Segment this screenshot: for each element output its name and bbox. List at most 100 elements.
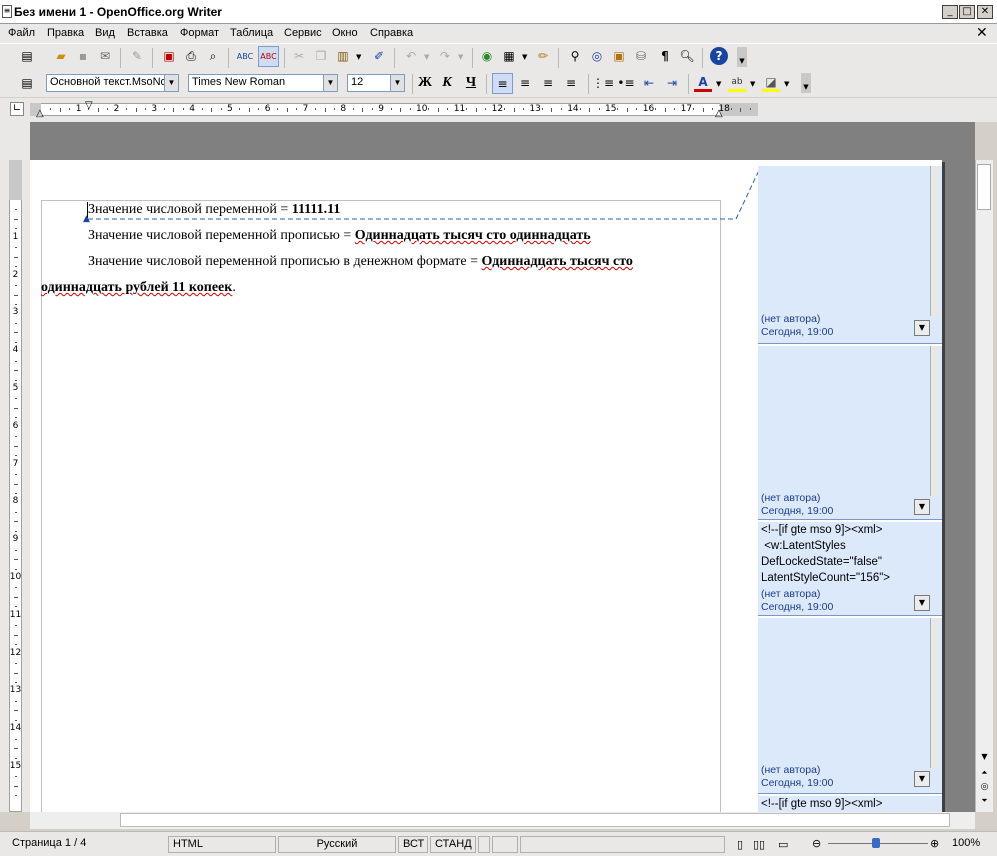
align-right-button[interactable]: ≡: [539, 74, 557, 92]
undo-icon[interactable]: ↶: [402, 47, 420, 65]
copy-icon[interactable]: ❐: [312, 47, 330, 65]
next-page-icon[interactable]: ⏷: [977, 794, 992, 808]
export-pdf-icon[interactable]: ▣: [160, 47, 178, 65]
styles-formatting-icon[interactable]: ▤: [18, 74, 36, 92]
save-icon[interactable]: ▪: [74, 47, 92, 65]
data-sources-icon[interactable]: ⛁: [632, 47, 650, 65]
font-size-select[interactable]: 12 ▼: [347, 74, 405, 92]
font-color-dropdown-icon[interactable]: ▼: [716, 80, 721, 88]
toolbar-options-icon[interactable]: ▼: [737, 47, 747, 67]
menu-window[interactable]: Окно: [332, 27, 358, 39]
paragraph-3[interactable]: Значение числовой переменной прописью в …: [41, 249, 717, 301]
help-icon[interactable]: ?: [710, 47, 728, 65]
zoom-icon[interactable]: 🔍︎: [678, 47, 696, 65]
multi-page-view-icon[interactable]: ▯▯: [753, 838, 765, 851]
selection-mode[interactable]: СТАНД: [430, 836, 476, 853]
comment-scrollbar[interactable]: [930, 166, 939, 316]
chevron-down-icon[interactable]: ▼: [323, 75, 337, 91]
comment-note[interactable]: (нет автора) Сегодня, 19:00 ▼: [758, 618, 942, 794]
gallery-icon[interactable]: ▣: [610, 47, 628, 65]
book-view-icon[interactable]: ▭: [778, 838, 788, 851]
right-indent-marker[interactable]: △: [715, 108, 723, 119]
table-dropdown-icon[interactable]: ▼: [522, 53, 527, 61]
open-folder-icon[interactable]: ▰: [52, 47, 70, 65]
zoom-in-icon[interactable]: ⊕: [930, 837, 939, 850]
formatting-marks-icon[interactable]: ¶: [656, 47, 674, 65]
draw-functions-icon[interactable]: ✏: [534, 47, 552, 65]
toolbar-options-icon[interactable]: ▼: [801, 73, 811, 93]
font-color-icon[interactable]: A: [694, 74, 712, 92]
menu-tools[interactable]: Сервис: [284, 27, 322, 39]
close-window-button[interactable]: ✕: [977, 5, 993, 19]
redo-icon[interactable]: ↷: [436, 47, 454, 65]
email-icon[interactable]: ✉: [96, 47, 114, 65]
comment-note[interactable]: <!--[if gte mso 9]><xml>: [758, 796, 942, 812]
align-center-button[interactable]: ≡: [516, 74, 534, 92]
document-page[interactable]: Значение числовой переменной = 11111.11 …: [30, 160, 758, 812]
zoom-slider-thumb[interactable]: [872, 838, 880, 848]
background-color-dropdown-icon[interactable]: ▼: [784, 80, 789, 88]
justify-button[interactable]: ≡: [562, 74, 580, 92]
menu-format[interactable]: Формат: [180, 27, 219, 39]
zoom-out-icon[interactable]: ⊖: [812, 837, 821, 850]
background-color-icon[interactable]: ◪: [762, 74, 780, 92]
table-icon[interactable]: ▦: [500, 47, 518, 65]
menu-table[interactable]: Таблица: [230, 27, 273, 39]
highlight-icon[interactable]: ab: [728, 74, 746, 92]
bullets-icon[interactable]: •≡: [617, 74, 635, 92]
paste-icon[interactable]: ▥: [334, 47, 352, 65]
bold-button[interactable]: Ж: [416, 74, 434, 92]
scroll-thumb[interactable]: [120, 813, 950, 827]
autospellcheck-icon[interactable]: ABC: [258, 46, 279, 67]
italic-button[interactable]: К: [438, 74, 456, 92]
comment-menu-dropdown[interactable]: ▼: [914, 320, 930, 336]
navigation-icon[interactable]: ◎: [977, 780, 992, 794]
find-replace-icon[interactable]: ⚲: [566, 47, 584, 65]
menu-edit[interactable]: Правка: [47, 27, 84, 39]
comment-note[interactable]: <!--[if gte mso 9]><xml> <w:LatentStyles…: [758, 522, 942, 616]
previous-page-icon[interactable]: ⏶: [977, 766, 992, 780]
vertical-ruler[interactable]: 1 2 3 4 5 6 7 8 9 10 11 12 13 14 15: [0, 122, 30, 812]
horizontal-ruler[interactable]: ∟ 1 2 3 4 5 6 7 8 9 10 11 12 13 14 15 16 17 18 ▽ △ △: [0, 98, 997, 122]
underline-button[interactable]: Ч: [462, 74, 480, 92]
insert-mode[interactable]: ВСТ: [398, 836, 428, 853]
align-left-button[interactable]: ≡: [492, 73, 513, 94]
document-area[interactable]: Значение числовой переменной = 11111.11 …: [30, 122, 975, 812]
hyperlink-icon[interactable]: ◉: [478, 47, 496, 65]
vertical-scrollbar[interactable]: ▼ ⏶ ◎ ⏷: [975, 160, 993, 812]
comment-menu-dropdown[interactable]: ▼: [914, 771, 930, 787]
comment-note[interactable]: (нет автора) Сегодня, 19:00 ▼: [758, 166, 942, 344]
single-page-view-icon[interactable]: ▯: [737, 838, 743, 851]
chevron-down-icon[interactable]: ▼: [390, 75, 404, 91]
comment-menu-dropdown[interactable]: ▼: [914, 499, 930, 515]
decrease-indent-icon[interactable]: ⇤: [640, 74, 658, 92]
menu-help[interactable]: Справка: [370, 27, 413, 39]
comment-menu-dropdown[interactable]: ▼: [914, 595, 930, 611]
undo-dropdown-icon[interactable]: ▼: [424, 53, 429, 61]
horizontal-scrollbar[interactable]: [30, 812, 975, 829]
menu-view[interactable]: Вид: [95, 27, 115, 39]
comment-scrollbar[interactable]: [930, 618, 939, 768]
zoom-level[interactable]: 100%: [948, 836, 992, 853]
highlight-dropdown-icon[interactable]: ▼: [750, 80, 755, 88]
redo-dropdown-icon[interactable]: ▼: [458, 53, 463, 61]
first-line-indent-marker[interactable]: ▽: [85, 100, 93, 111]
paste-dropdown-icon[interactable]: ▼: [356, 53, 361, 61]
menu-file[interactable]: Файл: [8, 27, 35, 39]
print-icon[interactable]: ⎙: [182, 47, 200, 65]
font-name-select[interactable]: Times New Roman ▼: [188, 74, 338, 92]
chevron-down-icon[interactable]: ▼: [164, 75, 178, 91]
spellcheck-icon[interactable]: ABC: [236, 47, 254, 65]
scroll-thumb[interactable]: [977, 164, 991, 210]
minimize-button[interactable]: _: [942, 5, 958, 19]
menu-insert[interactable]: Вставка: [127, 27, 168, 39]
comment-note[interactable]: (нет автора) Сегодня, 19:00 ▼: [758, 346, 942, 520]
edit-file-icon[interactable]: ✎: [128, 47, 146, 65]
print-preview-icon[interactable]: ⌕: [204, 47, 222, 65]
format-paintbrush-icon[interactable]: ✐: [370, 47, 388, 65]
comment-scrollbar[interactable]: [930, 346, 939, 496]
maximize-button[interactable]: □: [959, 5, 975, 19]
language-indicator[interactable]: Русский: [278, 836, 396, 853]
scroll-down-arrow-icon[interactable]: ▼: [977, 750, 992, 764]
cut-icon[interactable]: ✂: [290, 47, 308, 65]
